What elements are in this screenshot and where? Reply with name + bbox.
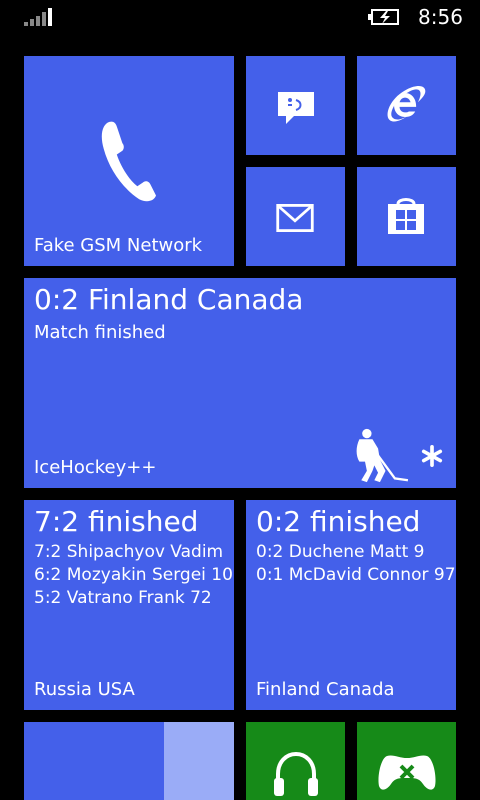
internet-explorer-tile[interactable] [357,56,456,155]
finland-canada-goal-1: 0:2 Duchene Matt 9 [256,542,425,562]
messaging-icon [278,92,314,124]
finland-canada-tile[interactable]: 0:2 finished 0:2 Duchene Matt 9 0:1 McDa… [246,500,456,710]
status-clock: 8:56 [418,5,463,29]
store-tile[interactable] [357,167,456,266]
messaging-tile[interactable] [246,56,345,155]
russia-usa-score-title: 7:2 finished [34,505,199,538]
headphones-icon [274,751,318,796]
russia-usa-goal-2: 6:2 Mozyakin Sergei 10 [34,565,233,585]
status-bar: 8:56 [0,0,480,34]
hockey-player-icon [356,428,409,483]
icehockey-app-label: IceHockey++ [34,457,157,478]
russia-usa-goal-3: 5:2 Vatrano Frank 72 [34,588,212,608]
phone-tile[interactable]: Fake GSM Network [24,56,234,266]
phone-tile-label: Fake GSM Network [34,235,203,256]
finland-canada-goal-2: 0:1 McDavid Connor 97 [256,565,456,585]
internet-explorer-icon [387,86,426,122]
mail-icon [276,204,314,232]
asterisk-icon [421,445,443,467]
music-tile[interactable] [246,722,345,800]
icehockey-tile[interactable]: 0:2 Finland Canada Match finished IceHoc… [24,278,456,488]
finland-canada-label: Finland Canada [256,679,395,700]
phone-icon [101,121,156,202]
russia-usa-goal-1: 7:2 Shipachyov Vadim [34,542,224,562]
store-icon [388,198,424,234]
xbox-controller-icon [378,755,436,790]
xbox-tile[interactable] [357,722,456,800]
icehockey-status: Match finished [34,322,166,343]
tile-highlight-block [164,722,234,800]
icehockey-score-title: 0:2 Finland Canada [34,283,304,316]
finland-canada-score-title: 0:2 finished [256,505,421,538]
battery-charging-icon [368,9,399,25]
mail-tile[interactable] [246,167,345,266]
cellular-signal-icon [24,8,52,26]
russia-usa-tile[interactable]: 7:2 finished 7:2 Shipachyov Vadim 6:2 Mo… [24,500,234,710]
russia-usa-label: Russia USA [34,679,135,700]
photos-tile[interactable] [24,722,234,800]
